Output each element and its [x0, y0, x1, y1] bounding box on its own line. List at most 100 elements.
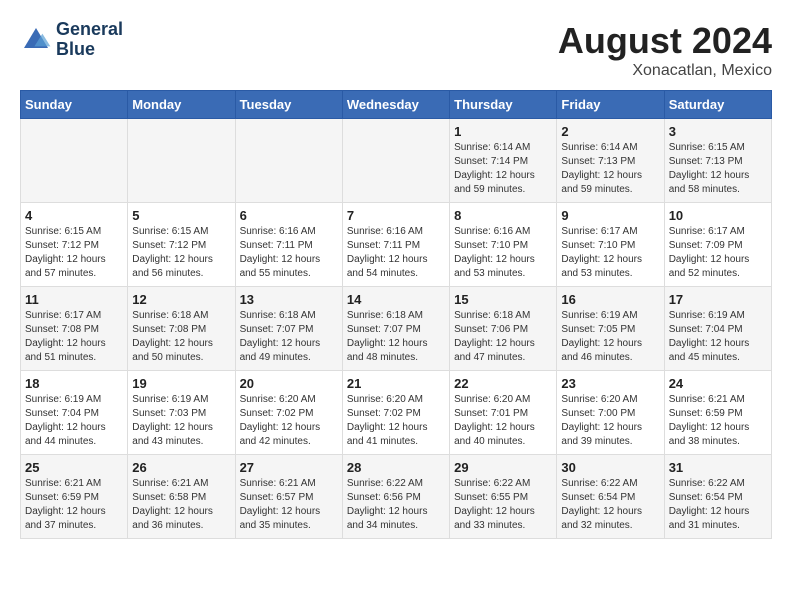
day-number: 30	[561, 460, 659, 475]
day-info: Sunrise: 6:18 AM Sunset: 7:06 PM Dayligh…	[454, 309, 552, 365]
week-row-4: 18 Sunrise: 6:19 AM Sunset: 7:04 PM Dayli…	[21, 371, 772, 455]
calendar-cell: 5 Sunrise: 6:15 AM Sunset: 7:12 PM Daylig…	[128, 203, 235, 287]
day-number: 29	[454, 460, 552, 475]
calendar-cell: 13Sunrise: 6:18 AM Sunset: 7:07 PM Dayli…	[235, 287, 342, 371]
day-number: 14	[347, 292, 445, 307]
day-number: 26	[132, 460, 230, 475]
calendar-cell: 3 Sunrise: 6:15 AM Sunset: 7:13 PM Daylig…	[664, 119, 771, 203]
calendar-table: SundayMondayTuesdayWednesdayThursdayFrid…	[20, 90, 772, 539]
calendar-cell: 12 Sunrise: 6:18 AM Sunset: 7:08 PM Dayli…	[128, 287, 235, 371]
calendar-cell: 2 Sunrise: 6:14 AM Sunset: 7:13 PM Daylig…	[557, 119, 664, 203]
day-info: Sunrise: 6:15 AM Sunset: 7:12 PM Dayligh…	[132, 225, 230, 281]
day-number: 8	[454, 208, 552, 223]
day-number: 24	[669, 376, 767, 391]
calendar-cell: 18 Sunrise: 6:19 AM Sunset: 7:04 PM Dayli…	[21, 371, 128, 455]
calendar-cell: 26 Sunrise: 6:21 AM Sunset: 6:58 PM Dayli…	[128, 455, 235, 539]
day-number: 3	[669, 124, 767, 139]
day-info: Sunrise: 6:14 AM Sunset: 7:13 PM Dayligh…	[561, 141, 659, 197]
day-number: 23	[561, 376, 659, 391]
calendar-cell: 29Sunrise: 6:22 AM Sunset: 6:55 PM Dayli…	[450, 455, 557, 539]
day-info: Sunrise: 6:21 AM Sunset: 6:58 PM Dayligh…	[132, 477, 230, 533]
day-info: Sunrise: 6:20 AM Sunset: 7:01 PM Dayligh…	[454, 393, 552, 449]
day-info: Sunrise: 6:16 AM Sunset: 7:11 PM Dayligh…	[240, 225, 338, 281]
day-number: 6	[240, 208, 338, 223]
calendar-cell: 15 Sunrise: 6:18 AM Sunset: 7:06 PM Dayli…	[450, 287, 557, 371]
day-info: Sunrise: 6:16 AM Sunset: 7:11 PM Dayligh…	[347, 225, 445, 281]
weekday-header-friday: Friday	[557, 91, 664, 119]
day-info: Sunrise: 6:16 AM Sunset: 7:10 PM Dayligh…	[454, 225, 552, 281]
calendar-cell: 7 Sunrise: 6:16 AM Sunset: 7:11 PM Daylig…	[342, 203, 449, 287]
page-header: General Blue August 2024 Xonacatlan, Mex…	[20, 20, 772, 80]
day-number: 16	[561, 292, 659, 307]
day-number: 12	[132, 292, 230, 307]
day-info: Sunrise: 6:17 AM Sunset: 7:09 PM Dayligh…	[669, 225, 767, 281]
calendar-cell	[128, 119, 235, 203]
day-number: 1	[454, 124, 552, 139]
weekday-header-wednesday: Wednesday	[342, 91, 449, 119]
logo-icon	[20, 24, 52, 56]
day-number: 17	[669, 292, 767, 307]
day-number: 20	[240, 376, 338, 391]
day-number: 11	[25, 292, 123, 307]
day-number: 18	[25, 376, 123, 391]
calendar-cell: 9Sunrise: 6:17 AM Sunset: 7:10 PM Daylig…	[557, 203, 664, 287]
day-number: 5	[132, 208, 230, 223]
calendar-cell: 16 Sunrise: 6:19 AM Sunset: 7:05 PM Dayli…	[557, 287, 664, 371]
weekday-header-saturday: Saturday	[664, 91, 771, 119]
day-info: Sunrise: 6:21 AM Sunset: 6:57 PM Dayligh…	[240, 477, 338, 533]
day-number: 10	[669, 208, 767, 223]
calendar-cell: 6 Sunrise: 6:16 AM Sunset: 7:11 PM Daylig…	[235, 203, 342, 287]
day-info: Sunrise: 6:15 AM Sunset: 7:13 PM Dayligh…	[669, 141, 767, 197]
title-area: August 2024 Xonacatlan, Mexico	[558, 20, 772, 80]
day-number: 22	[454, 376, 552, 391]
day-info: Sunrise: 6:15 AM Sunset: 7:12 PM Dayligh…	[25, 225, 123, 281]
calendar-cell: 20 Sunrise: 6:20 AM Sunset: 7:02 PM Dayli…	[235, 371, 342, 455]
calendar-cell: 1 Sunrise: 6:14 AM Sunset: 7:14 PM Daylig…	[450, 119, 557, 203]
day-info: Sunrise: 6:20 AM Sunset: 7:02 PM Dayligh…	[347, 393, 445, 449]
calendar-cell: 27 Sunrise: 6:21 AM Sunset: 6:57 PM Dayli…	[235, 455, 342, 539]
weekday-header-monday: Monday	[128, 91, 235, 119]
calendar-cell: 14Sunrise: 6:18 AM Sunset: 7:07 PM Dayli…	[342, 287, 449, 371]
day-info: Sunrise: 6:19 AM Sunset: 7:05 PM Dayligh…	[561, 309, 659, 365]
location: Xonacatlan, Mexico	[558, 62, 772, 80]
day-number: 4	[25, 208, 123, 223]
calendar-cell: 25 Sunrise: 6:21 AM Sunset: 6:59 PM Dayli…	[21, 455, 128, 539]
calendar-cell	[235, 119, 342, 203]
weekday-header-sunday: Sunday	[21, 91, 128, 119]
day-number: 9	[561, 208, 659, 223]
calendar-cell: 23Sunrise: 6:20 AM Sunset: 7:00 PM Dayli…	[557, 371, 664, 455]
calendar-cell	[342, 119, 449, 203]
day-number: 15	[454, 292, 552, 307]
day-info: Sunrise: 6:17 AM Sunset: 7:08 PM Dayligh…	[25, 309, 123, 365]
week-row-2: 4 Sunrise: 6:15 AM Sunset: 7:12 PM Daylig…	[21, 203, 772, 287]
day-number: 13	[240, 292, 338, 307]
calendar-cell: 4 Sunrise: 6:15 AM Sunset: 7:12 PM Daylig…	[21, 203, 128, 287]
calendar-cell: 31Sunrise: 6:22 AM Sunset: 6:54 PM Dayli…	[664, 455, 771, 539]
day-number: 27	[240, 460, 338, 475]
calendar-cell: 30Sunrise: 6:22 AM Sunset: 6:54 PM Dayli…	[557, 455, 664, 539]
calendar-cell: 21 Sunrise: 6:20 AM Sunset: 7:02 PM Dayli…	[342, 371, 449, 455]
day-info: Sunrise: 6:20 AM Sunset: 7:02 PM Dayligh…	[240, 393, 338, 449]
weekday-header-thursday: Thursday	[450, 91, 557, 119]
day-number: 25	[25, 460, 123, 475]
calendar-cell	[21, 119, 128, 203]
day-info: Sunrise: 6:14 AM Sunset: 7:14 PM Dayligh…	[454, 141, 552, 197]
day-number: 19	[132, 376, 230, 391]
day-number: 21	[347, 376, 445, 391]
day-number: 7	[347, 208, 445, 223]
calendar-cell: 19Sunrise: 6:19 AM Sunset: 7:03 PM Dayli…	[128, 371, 235, 455]
logo: General Blue	[20, 20, 123, 60]
calendar-cell: 8 Sunrise: 6:16 AM Sunset: 7:10 PM Daylig…	[450, 203, 557, 287]
week-row-5: 25 Sunrise: 6:21 AM Sunset: 6:59 PM Dayli…	[21, 455, 772, 539]
day-info: Sunrise: 6:19 AM Sunset: 7:04 PM Dayligh…	[25, 393, 123, 449]
day-info: Sunrise: 6:18 AM Sunset: 7:08 PM Dayligh…	[132, 309, 230, 365]
week-row-1: 1 Sunrise: 6:14 AM Sunset: 7:14 PM Daylig…	[21, 119, 772, 203]
day-number: 2	[561, 124, 659, 139]
day-info: Sunrise: 6:21 AM Sunset: 6:59 PM Dayligh…	[25, 477, 123, 533]
calendar-cell: 10 Sunrise: 6:17 AM Sunset: 7:09 PM Dayli…	[664, 203, 771, 287]
calendar-cell: 24Sunrise: 6:21 AM Sunset: 6:59 PM Dayli…	[664, 371, 771, 455]
calendar-cell: 22 Sunrise: 6:20 AM Sunset: 7:01 PM Dayli…	[450, 371, 557, 455]
month-year: August 2024	[558, 20, 772, 62]
day-info: Sunrise: 6:22 AM Sunset: 6:56 PM Dayligh…	[347, 477, 445, 533]
day-number: 31	[669, 460, 767, 475]
